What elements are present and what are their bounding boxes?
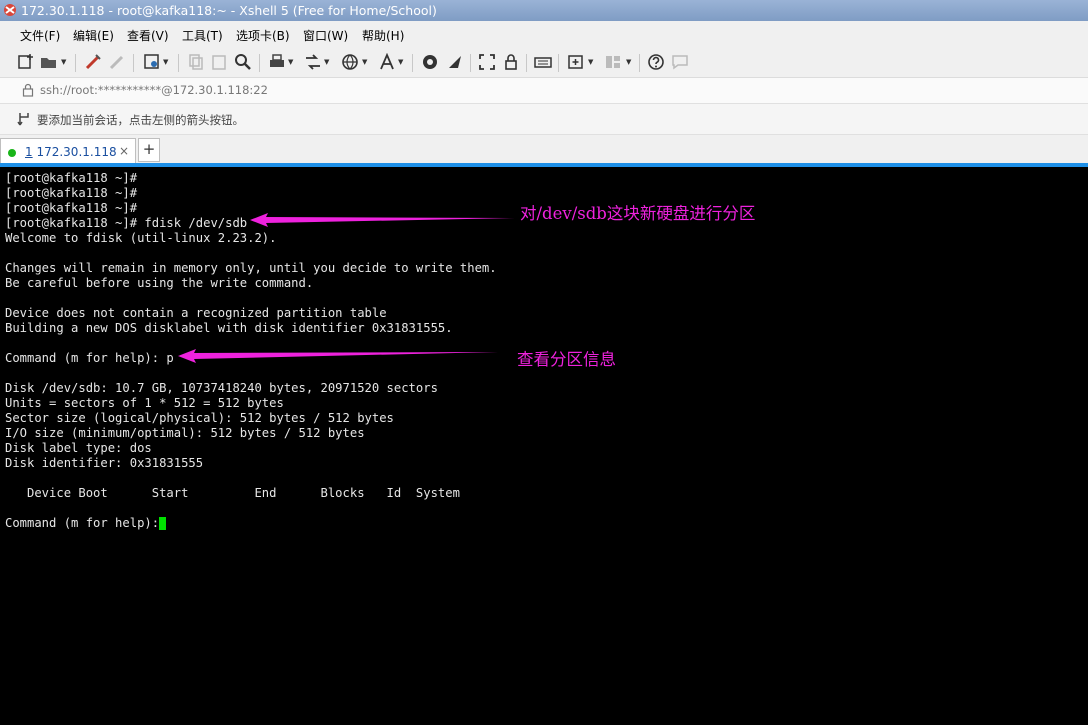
properties-dropdown-icon[interactable]: ▼ [163, 53, 171, 71]
menu-bar: 文件(F) 编辑(E) 查看(V) 工具(T) 选项卡(B) 窗口(W) 帮助(… [0, 21, 1088, 47]
font-dropdown-icon[interactable]: ▼ [398, 53, 406, 71]
session-address[interactable]: ssh://root:***********@172.30.1.118:22 [40, 83, 268, 97]
paste-icon[interactable] [210, 53, 228, 71]
terminal[interactable]: [root@kafka118 ~]# [root@kafka118 ~]# [r… [0, 167, 1088, 725]
transfer-icon[interactable] [304, 53, 322, 71]
menu-window[interactable]: 窗口(W) [303, 27, 348, 44]
annotation-arrows [178, 213, 515, 363]
lock-icon[interactable] [502, 53, 520, 71]
connect-icon[interactable] [84, 53, 102, 71]
print-icon[interactable] [268, 53, 286, 71]
toolbar-separator [526, 54, 527, 72]
xmanager-icon[interactable] [446, 53, 464, 71]
menu-tabs[interactable]: 选项卡(B) [236, 27, 290, 44]
globe-dropdown-icon[interactable]: ▼ [362, 53, 370, 71]
toolbar-separator [412, 54, 413, 72]
transfer-dropdown-icon[interactable]: ▼ [324, 53, 332, 71]
toolbar-separator [639, 54, 640, 72]
add-session-arrow-icon[interactable] [17, 112, 31, 126]
tab-host: 172.30.1.118 [32, 145, 117, 159]
layout-icon[interactable] [604, 53, 622, 71]
help-icon[interactable] [647, 53, 665, 71]
print-dropdown-icon[interactable]: ▼ [288, 53, 296, 71]
menu-tools[interactable]: 工具(T) [182, 27, 223, 44]
title-bar: 172.30.1.118 - root@kafka118:~ - Xshell … [0, 0, 1088, 21]
toolbar-separator [133, 54, 134, 72]
session-hint-bar: 要添加当前会话，点击左侧的箭头按钮。 [0, 104, 1088, 135]
tab-bar: 1 172.30.1.118 × + [0, 135, 1088, 165]
close-tab-icon[interactable]: × [119, 144, 129, 158]
copy-icon[interactable] [187, 53, 205, 71]
new-session-icon[interactable] [17, 53, 35, 71]
window-title: 172.30.1.118 - root@kafka118:~ - Xshell … [21, 3, 437, 18]
xshell-logo-icon [4, 4, 16, 16]
session-hint-text: 要添加当前会话，点击左侧的箭头按钮。 [37, 113, 244, 127]
keyboard-icon[interactable] [534, 53, 552, 71]
toolbar-separator [178, 54, 179, 72]
chat-icon[interactable] [671, 53, 689, 71]
tab-label: 1 172.30.1.118 [25, 145, 117, 159]
tab-group-dropdown-icon[interactable]: ▼ [588, 53, 596, 71]
disconnect-icon[interactable] [108, 53, 126, 71]
fullscreen-icon[interactable] [478, 53, 496, 71]
toolbar-separator [259, 54, 260, 72]
properties-icon[interactable] [143, 53, 161, 71]
font-icon[interactable] [378, 53, 396, 71]
new-tab-group-icon[interactable] [567, 53, 585, 71]
menu-help[interactable]: 帮助(H) [362, 27, 404, 44]
new-tab-button[interactable]: + [138, 138, 160, 162]
menu-edit[interactable]: 编辑(E) [73, 27, 114, 44]
tab-number: 1 [25, 145, 33, 159]
open-dropdown-icon[interactable]: ▼ [61, 53, 69, 71]
connected-status-icon [8, 149, 16, 157]
xftp-icon[interactable] [421, 53, 439, 71]
annotation-arrow-fdisk [250, 213, 515, 227]
annotation-partition-disk: 对/dev/sdb这块新硬盘进行分区 [520, 204, 756, 223]
address-bar: ssh://root:***********@172.30.1.118:22 [0, 78, 1088, 104]
find-icon[interactable] [234, 53, 252, 71]
globe-icon[interactable] [341, 53, 359, 71]
menu-view[interactable]: 查看(V) [127, 27, 169, 44]
lock-icon [22, 83, 34, 97]
tab-session-1[interactable]: 1 172.30.1.118 × [0, 138, 136, 165]
toolbar-separator [75, 54, 76, 72]
layout-dropdown-icon[interactable]: ▼ [626, 53, 634, 71]
annotation-arrow-print [178, 349, 498, 363]
menu-file[interactable]: 文件(F) [20, 27, 60, 44]
toolbar-separator [470, 54, 471, 72]
annotation-view-partition: 查看分区信息 [517, 350, 616, 369]
toolbar: ▼ ▼ ▼ ▼ ▼ ▼ ▼ ▼ [0, 47, 1088, 78]
toolbar-separator [558, 54, 559, 72]
open-folder-icon[interactable] [40, 53, 58, 71]
